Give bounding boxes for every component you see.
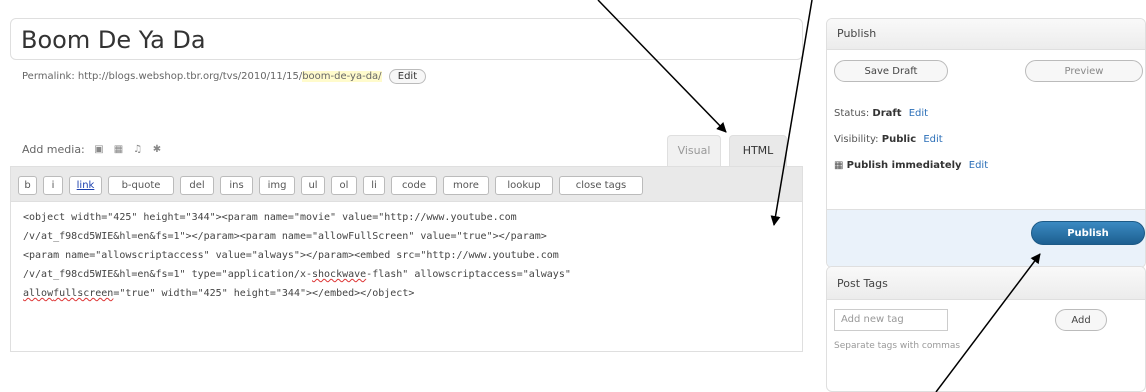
spelling-error-word: allow [23,288,54,299]
quicktag-italic-button[interactable]: i [43,176,63,195]
visibility-row: Visibility: Public Edit [834,134,943,145]
status-label: Status: [834,108,870,119]
quicktag-code-button[interactable]: code [391,176,437,195]
permalink-slug[interactable]: boom-de-ya-da/ [302,71,382,82]
publish-box: Publish Save Draft Preview Status: Draft… [826,18,1146,268]
quicktag-del-button[interactable]: del [180,176,214,195]
visibility-label: Visibility: [834,134,879,145]
quicktag-ol-button[interactable]: ol [331,176,357,195]
tags-hint: Separate tags with commas [834,341,961,351]
post-title-field[interactable]: Boom De Ya Da [10,18,803,60]
add-media-row: Add media: ▣ ▦ ♫ ✱ [22,143,163,156]
quicktag-ul-button[interactable]: ul [301,176,325,195]
code-line-3: <param name="allowscriptaccess" value="a… [23,250,559,261]
new-tag-input[interactable]: Add new tag [834,309,948,331]
publish-title: Publish [837,27,877,40]
code-line-1: <object width="425" height="344"><param … [23,212,517,223]
quicktags-toolbar: b i link b-quote del ins img ul ol li co… [10,166,803,202]
quicktag-li-button[interactable]: li [363,176,385,195]
edit-visibility-link[interactable]: Edit [923,134,942,145]
quicktag-img-button[interactable]: img [259,176,295,195]
quicktag-more-button[interactable]: more [443,176,489,195]
save-draft-button[interactable]: Save Draft [834,60,948,82]
media-icon[interactable]: ✱ [153,145,163,155]
publish-button[interactable]: Publish [1031,221,1145,245]
post-tags-box: Post Tags Add new tag Add Separate tags … [826,266,1146,392]
add-media-label: Add media: [22,143,85,156]
edit-status-link[interactable]: Edit [909,108,928,119]
quicktag-link-button[interactable]: link [69,176,102,195]
quicktag-close-tags-button[interactable]: close tags [559,176,643,195]
publish-header[interactable]: Publish [827,19,1145,50]
visibility-value: Public [881,134,917,145]
code-line-4-end: -flash" allowscriptaccess="always" [366,269,571,280]
preview-button[interactable]: Preview [1025,60,1143,82]
calendar-icon: ▦ [834,160,844,171]
status-value: Draft [872,108,902,119]
permalink-prefix: Permalink: http://blogs.webshop.tbr.org/… [22,71,303,82]
edit-permalink-button[interactable]: Edit [388,69,427,84]
code-line-4: /v/at_f98cd5WIE&hl=en&fs=1" type="applic… [23,265,793,284]
post-title-text[interactable]: Boom De Ya Da [21,26,206,54]
add-tag-button[interactable]: Add [1055,309,1107,331]
audio-icon[interactable]: ♫ [133,145,143,155]
tab-html[interactable]: HTML [729,135,787,166]
code-line-5: allowfullscreen="true" width="425" heigh… [23,284,793,303]
quicktag-bold-button[interactable]: b [18,176,37,195]
code-line-2: /v/at_f98cd5WIE&hl=en&fs=1"></param><par… [23,231,547,242]
schedule-row: ▦ Publish immediately Edit [834,160,988,171]
video-icon[interactable]: ▦ [114,145,124,155]
spelling-error-word: shockwave [311,269,367,280]
spelling-error-word: fullscreen [53,288,114,299]
code-line-4-start: /v/at_f98cd5WIE&hl=en&fs=1" type="applic… [23,269,312,280]
quicktag-lookup-button[interactable]: lookup [495,176,553,195]
post-tags-header[interactable]: Post Tags [827,267,1145,300]
editor-code-text[interactable]: <object width="425" height="344"><param … [23,208,793,303]
quicktag-ins-button[interactable]: ins [220,176,253,195]
image-icon[interactable]: ▣ [94,145,104,155]
post-content-editor[interactable]: <object width="425" height="344"><param … [10,202,803,352]
status-row: Status: Draft Edit [834,108,928,119]
tab-visual[interactable]: Visual [667,135,721,166]
edit-schedule-link[interactable]: Edit [969,160,988,171]
code-line-5-end: ="true" width="425" height="344"></embed… [113,288,415,299]
permalink-row: Permalink: http://blogs.webshop.tbr.org/… [22,69,427,84]
schedule-text: Publish immediately [846,160,962,171]
quicktag-blockquote-button[interactable]: b-quote [108,176,174,195]
post-tags-title: Post Tags [837,277,888,290]
